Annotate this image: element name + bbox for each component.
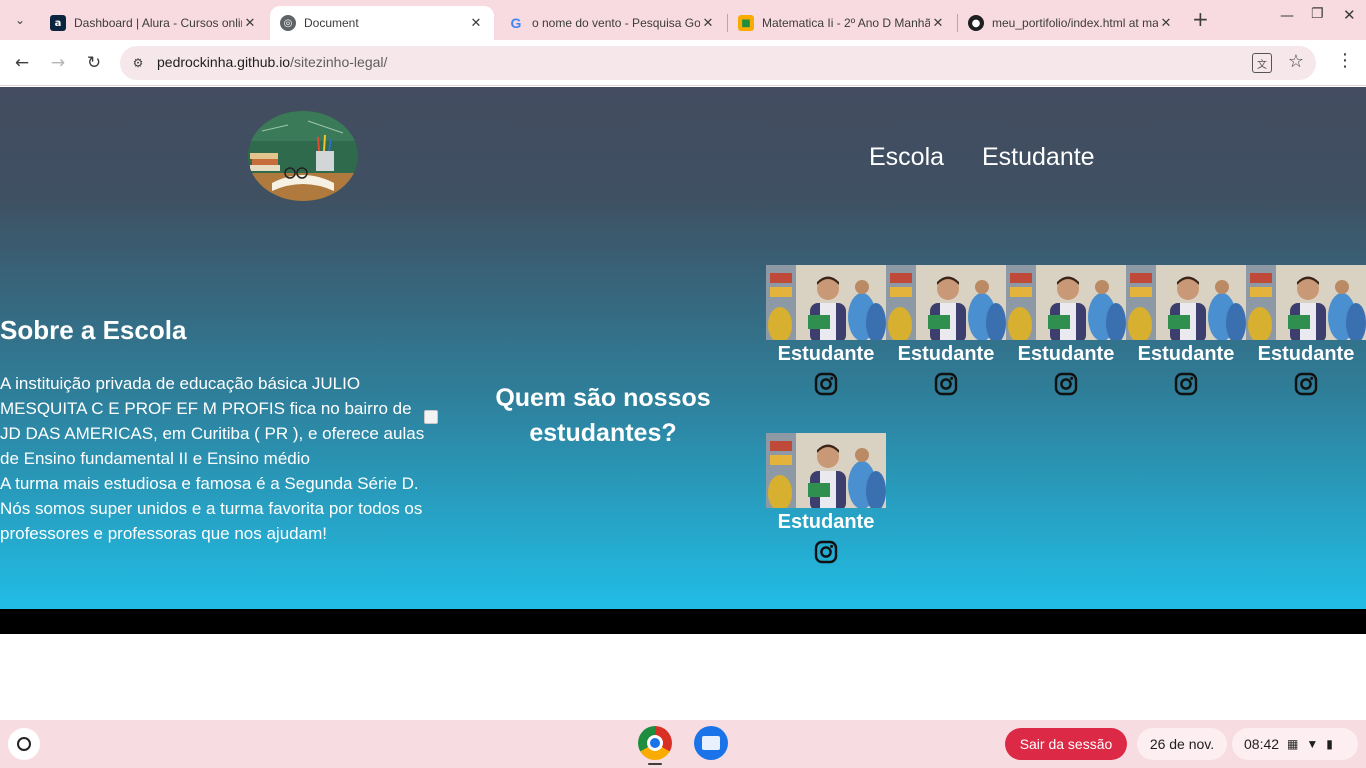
arrow-left-icon: ← [14, 53, 30, 73]
browser-menu-button[interactable]: ⋮ [1336, 52, 1354, 70]
tab-title: Document [304, 16, 359, 30]
back-button[interactable]: ← [10, 51, 34, 75]
instagram-icon[interactable] [934, 372, 958, 396]
student-photo [1006, 265, 1126, 340]
student-card: Estudante [1006, 265, 1126, 405]
restore-icon: ❐ [1311, 6, 1324, 22]
classroom-icon: ■ [738, 15, 754, 31]
tab-title: Matematica Ii - 2º Ano D Manhã [762, 16, 930, 30]
browser-toolbar: ← → ↻ ⚙ pedrockinha.github.io/sitezinho-… [0, 40, 1366, 86]
plus-icon: + [1192, 7, 1209, 31]
nav-link-escola[interactable]: Escola [869, 142, 944, 172]
url-host: pedrockinha.github.io [157, 54, 291, 70]
instagram-icon[interactable] [1174, 372, 1198, 396]
minimize-button[interactable]: — [1280, 8, 1294, 24]
about-paragraph-2: A turma mais estudiosa e famosa é a Segu… [0, 474, 423, 543]
web-page: Escola Estudante Sobre a Escola A instit… [0, 87, 1366, 634]
student-photo [766, 265, 886, 340]
url-path: /sitezinho-legal/ [290, 54, 388, 70]
date-display[interactable]: 26 de nov. [1137, 728, 1227, 760]
tab-search-button[interactable]: ⌄ [8, 8, 32, 32]
window-close-button[interactable]: ✕ [1343, 6, 1356, 24]
chrome-app-icon[interactable] [638, 726, 672, 760]
globe-icon: ◎ [280, 15, 296, 31]
tab-github[interactable]: ● meu_portifolio/index.html at main ✕ [958, 6, 1184, 40]
clock-text: 08:42 [1244, 736, 1280, 752]
battery-icon: ▮ [1326, 737, 1333, 751]
tab-alura[interactable]: a Dashboard | Alura - Cursos online de t… [40, 6, 268, 40]
student-card: Estudante [1246, 265, 1366, 405]
url-text[interactable]: pedrockinha.github.io/sitezinho-legal/ [157, 54, 387, 70]
alura-icon: a [50, 15, 66, 31]
forward-button[interactable]: → [46, 51, 70, 75]
bookmark-star-icon[interactable]: ☆ [1288, 51, 1304, 72]
restore-button[interactable]: ❐ [1311, 6, 1324, 22]
tab-document[interactable]: ◎ Document ✕ [270, 6, 494, 40]
keyboard-layout-icon: ▦ [1287, 737, 1299, 751]
site-settings-icon[interactable]: ⚙ [128, 53, 148, 73]
arrow-right-icon: → [50, 53, 66, 73]
close-icon[interactable]: ✕ [700, 16, 716, 31]
about-text: A instituição privada de educação básica… [0, 371, 425, 546]
broken-image-icon [424, 410, 438, 424]
student-photo [766, 433, 886, 508]
os-shelf: Sair da sessão 26 de nov. 08:42 ▦ ▼ ▮ [0, 720, 1366, 768]
close-icon[interactable]: ✕ [242, 16, 258, 31]
student-name: Estudante [1257, 343, 1355, 365]
site-logo[interactable] [248, 111, 358, 201]
close-icon: ✕ [1343, 6, 1356, 24]
signout-button[interactable]: Sair da sessão [1005, 728, 1127, 760]
student-name: Estudante [777, 511, 875, 533]
github-icon: ● [968, 15, 984, 31]
about-title: Sobre a Escola [0, 315, 187, 345]
tab-title: Dashboard | Alura - Cursos online de tec… [74, 16, 242, 30]
chevron-down-icon: ⌄ [14, 13, 26, 27]
status-tray[interactable]: 08:42 ▦ ▼ ▮ [1232, 728, 1358, 760]
close-icon[interactable]: ✕ [1158, 16, 1174, 31]
translate-icon[interactable]: 文 [1252, 53, 1272, 73]
student-photo [1246, 265, 1366, 340]
instagram-icon[interactable] [1294, 372, 1318, 396]
student-photo [1126, 265, 1246, 340]
close-icon[interactable]: ✕ [930, 16, 946, 31]
kebab-menu-icon: ⋮ [1336, 50, 1354, 71]
google-icon: G [510, 15, 522, 31]
folder-icon [702, 736, 720, 750]
tab-strip: ⌄ a Dashboard | Alura - Cursos online de… [0, 0, 1366, 40]
student-photo [886, 265, 1006, 340]
tab-google-search[interactable]: G o nome do vento - Pesquisa Google ✕ [498, 6, 726, 40]
address-bar[interactable]: ⚙ pedrockinha.github.io/sitezinho-legal/… [120, 46, 1316, 80]
instagram-icon[interactable] [814, 540, 838, 564]
wifi-icon: ▼ [1306, 737, 1319, 751]
new-tab-button[interactable]: + [1192, 9, 1209, 29]
instagram-icon[interactable] [814, 372, 838, 396]
footer-bar [0, 609, 1366, 634]
student-name: Estudante [897, 343, 995, 365]
student-name: Estudante [1137, 343, 1235, 365]
nav-link-estudante[interactable]: Estudante [982, 142, 1095, 172]
tab-classroom[interactable]: ■ Matematica Ii - 2º Ano D Manhã ✕ [728, 6, 956, 40]
running-indicator [648, 763, 662, 765]
reload-icon: ↻ [86, 53, 102, 73]
reload-button[interactable]: ↻ [82, 51, 106, 75]
student-name: Estudante [1017, 343, 1115, 365]
student-card: Estudante [766, 265, 886, 405]
chalkboard-books-image [248, 111, 358, 201]
launcher-icon [17, 737, 31, 751]
student-card: Estudante [1126, 265, 1246, 405]
tab-title: meu_portifolio/index.html at main [992, 16, 1158, 30]
close-icon[interactable]: ✕ [468, 16, 484, 31]
student-name: Estudante [777, 343, 875, 365]
student-card: Estudante [886, 265, 1006, 405]
tab-title: o nome do vento - Pesquisa Google [532, 16, 700, 30]
launcher-button[interactable] [8, 728, 40, 760]
files-app-icon[interactable] [694, 726, 728, 760]
instagram-icon[interactable] [1054, 372, 1078, 396]
student-card: Estudante [766, 433, 886, 573]
minimize-icon: — [1280, 8, 1294, 24]
about-paragraph-1: A instituição privada de educação básica… [0, 374, 425, 468]
students-title: Quem são nossos estudantes? [495, 384, 711, 447]
